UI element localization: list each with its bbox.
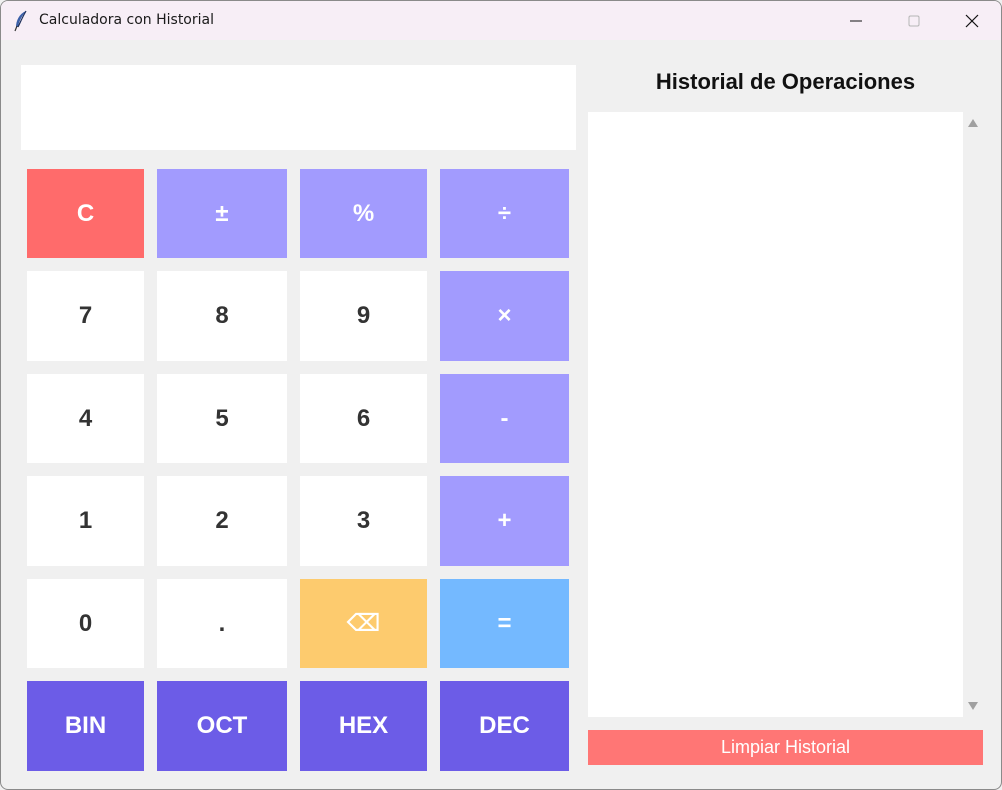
dec-button[interactable]: DEC — [440, 681, 569, 771]
digit-7-button[interactable]: 7 — [27, 271, 144, 361]
digit-0-button[interactable]: 0 — [27, 579, 144, 668]
minimize-icon — [850, 20, 862, 21]
oct-button[interactable]: OCT — [157, 681, 287, 771]
maximize-button[interactable] — [885, 1, 943, 40]
close-button[interactable] — [943, 1, 1001, 40]
app-window: Calculadora con Historial C ± % ÷ 7 8 9 … — [0, 0, 1002, 790]
equals-button[interactable]: = — [440, 579, 569, 668]
digit-9-button[interactable]: 9 — [300, 271, 427, 361]
feather-icon — [13, 10, 29, 32]
digit-6-button[interactable]: 6 — [300, 374, 427, 463]
calculator-display[interactable] — [21, 65, 576, 150]
minus-button[interactable]: - — [440, 374, 569, 463]
bin-button[interactable]: BIN — [27, 681, 144, 771]
window-title: Calculadora con Historial — [39, 12, 214, 28]
minimize-button[interactable] — [827, 1, 885, 40]
digit-1-button[interactable]: 1 — [27, 476, 144, 566]
close-icon — [965, 14, 979, 27]
scroll-down-arrow-icon[interactable] — [968, 702, 978, 710]
digit-3-button[interactable]: 3 — [300, 476, 427, 566]
plus-button[interactable]: + — [440, 476, 569, 566]
history-list[interactable] — [588, 112, 963, 717]
history-scrollbar[interactable] — [963, 112, 983, 717]
digit-2-button[interactable]: 2 — [157, 476, 287, 566]
percent-button[interactable]: % — [300, 169, 427, 258]
multiply-button[interactable]: × — [440, 271, 569, 361]
divide-button[interactable]: ÷ — [440, 169, 569, 258]
clear-history-button[interactable]: Limpiar Historial — [588, 730, 983, 765]
plus-minus-button[interactable]: ± — [157, 169, 287, 258]
digit-8-button[interactable]: 8 — [157, 271, 287, 361]
clear-button[interactable]: C — [27, 169, 144, 258]
hex-button[interactable]: HEX — [300, 681, 427, 771]
backspace-button[interactable]: ⌫ — [300, 579, 427, 668]
decimal-button[interactable]: . — [157, 579, 287, 668]
title-bar: Calculadora con Historial — [1, 1, 1001, 40]
maximize-icon — [908, 15, 920, 26]
digit-4-button[interactable]: 4 — [27, 374, 144, 463]
digit-5-button[interactable]: 5 — [157, 374, 287, 463]
history-title: Historial de Operaciones — [655, 69, 916, 94]
scroll-up-arrow-icon[interactable] — [968, 119, 978, 127]
